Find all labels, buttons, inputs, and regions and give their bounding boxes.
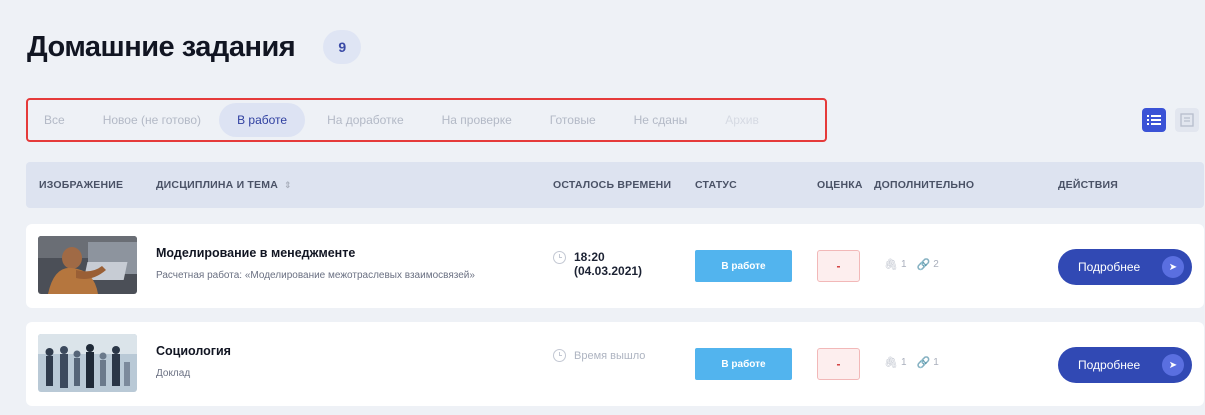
subject-name: Моделирование в менеджменте	[156, 246, 356, 260]
filter-tab-all[interactable]: Все	[44, 103, 65, 137]
time-remaining-time: 18:20	[574, 250, 605, 264]
assignment-topic: Доклад	[156, 368, 191, 379]
details-button-label: Подробнее	[1078, 358, 1141, 372]
column-header-image: ИЗОБРАЖЕНИЕ	[39, 179, 124, 191]
sort-icon[interactable]: ⇕	[284, 180, 292, 191]
filter-tab-review[interactable]: На проверке	[442, 103, 512, 137]
files-count: 1	[900, 259, 907, 270]
table-row: Социология Доклад Время вышло В работе -…	[26, 322, 1204, 406]
filter-tab-in-progress[interactable]: В работе	[219, 103, 306, 137]
link-icon: 🔗	[916, 357, 931, 369]
column-header-grade: ОЦЕНКА	[817, 179, 863, 191]
list-view-button[interactable]	[1142, 108, 1166, 132]
column-header-subject[interactable]: ДИСЦИПЛИНА И ТЕМА ⇕	[156, 162, 292, 208]
filter-tab-not-submitted[interactable]: Не сданы	[634, 103, 688, 137]
clock-icon	[553, 251, 566, 264]
clock-icon	[553, 349, 566, 362]
paperclip-icon: 🖇	[884, 259, 898, 271]
paperclip-icon: 🖇	[884, 357, 898, 369]
time-remaining: Время вышло	[553, 348, 645, 363]
time-remaining: 18:20 (04.03.2021)	[553, 250, 642, 278]
links-count: 1	[933, 357, 939, 368]
time-expired-label: Время вышло	[574, 350, 646, 362]
link-icon: 🔗	[916, 259, 931, 271]
grade-badge: -	[817, 348, 860, 380]
details-button[interactable]: Подробнее ➤	[1058, 347, 1192, 383]
filter-tab-done[interactable]: Готовые	[550, 103, 596, 137]
filter-tab-new[interactable]: Новое (не готово)	[103, 103, 201, 137]
assignment-topic: Расчетная работа: «Моделирование межотра…	[156, 270, 475, 281]
page-header: Домашние задания 9	[27, 30, 362, 64]
grade-badge: -	[817, 250, 860, 282]
subject-name: Социология	[156, 344, 231, 358]
attachments-info: 🖇 1 🔗 1	[884, 356, 949, 369]
arrow-right-icon: ➤	[1162, 256, 1184, 278]
attachments-info: 🖇 1 🔗 2	[884, 258, 949, 271]
links-count: 2	[933, 259, 939, 270]
homework-count-badge: 9	[323, 30, 362, 64]
column-header-status: СТАТУС	[695, 179, 737, 191]
table-header: ИЗОБРАЖЕНИЕ ДИСЦИПЛИНА И ТЕМА ⇕ ОСТАЛОСЬ…	[26, 162, 1204, 208]
list-icon	[1147, 115, 1161, 125]
status-badge: В работе	[695, 250, 792, 282]
details-button[interactable]: Подробнее ➤	[1058, 249, 1192, 285]
course-thumbnail	[38, 236, 137, 294]
status-filter-tabs: Все Новое (не готово) В работе На дорабо…	[26, 98, 827, 142]
page-title: Домашние задания	[27, 30, 296, 63]
column-header-subject-label: ДИСЦИПЛИНА И ТЕМА	[156, 179, 278, 191]
filter-tab-archive[interactable]: Архив	[725, 103, 759, 137]
column-header-time: ОСТАЛОСЬ ВРЕМЕНИ	[553, 179, 672, 191]
arrow-right-icon: ➤	[1162, 354, 1184, 376]
time-remaining-date: (04.03.2021)	[574, 264, 643, 278]
column-header-extra: ДОПОЛНИТЕЛЬНО	[874, 179, 975, 191]
files-count: 1	[900, 357, 907, 368]
course-thumbnail	[38, 334, 137, 392]
grid-view-button[interactable]	[1175, 108, 1199, 132]
table-row: Моделирование в менеджменте Расчетная ра…	[26, 224, 1204, 308]
grid-icon	[1180, 113, 1194, 127]
status-badge: В работе	[695, 348, 792, 380]
filter-tab-revision[interactable]: На доработке	[327, 103, 404, 137]
details-button-label: Подробнее	[1078, 260, 1141, 274]
column-header-actions: ДЕЙСТВИЯ	[1058, 179, 1119, 191]
